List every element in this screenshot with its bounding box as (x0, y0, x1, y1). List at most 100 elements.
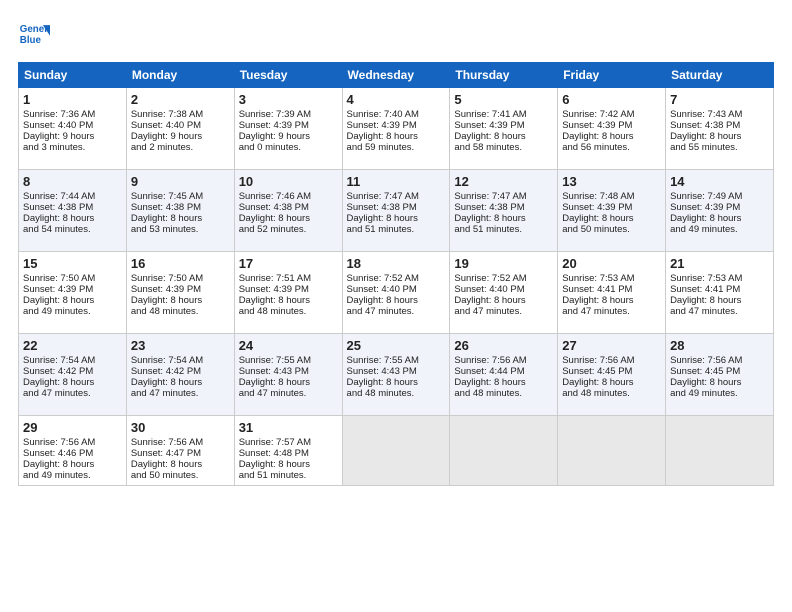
calendar-cell: 9Sunrise: 7:45 AMSunset: 4:38 PMDaylight… (126, 170, 234, 252)
day-info-line: Sunset: 4:43 PM (347, 366, 446, 377)
day-info-line: Sunrise: 7:46 AM (239, 191, 338, 202)
day-number: 24 (239, 338, 338, 353)
day-info-line: and 47 minutes. (562, 306, 661, 317)
day-info-line: Sunset: 4:39 PM (670, 202, 769, 213)
day-number: 12 (454, 174, 553, 189)
weekday-header-tuesday: Tuesday (234, 63, 342, 88)
day-number: 7 (670, 92, 769, 107)
calendar-cell: 16Sunrise: 7:50 AMSunset: 4:39 PMDayligh… (126, 252, 234, 334)
day-info-line: Sunset: 4:47 PM (131, 448, 230, 459)
weekday-header-thursday: Thursday (450, 63, 558, 88)
calendar-cell: 10Sunrise: 7:46 AMSunset: 4:38 PMDayligh… (234, 170, 342, 252)
day-info-line: and 47 minutes. (131, 388, 230, 399)
day-info-line: Daylight: 9 hours (239, 131, 338, 142)
day-info-line: and 51 minutes. (239, 470, 338, 481)
day-info-line: Sunset: 4:44 PM (454, 366, 553, 377)
day-number: 11 (347, 174, 446, 189)
day-info-line: Daylight: 8 hours (23, 377, 122, 388)
day-number: 19 (454, 256, 553, 271)
day-number: 4 (347, 92, 446, 107)
day-number: 30 (131, 420, 230, 435)
day-info-line: Daylight: 8 hours (131, 459, 230, 470)
day-number: 26 (454, 338, 553, 353)
calendar-cell: 26Sunrise: 7:56 AMSunset: 4:44 PMDayligh… (450, 334, 558, 416)
calendar-cell: 6Sunrise: 7:42 AMSunset: 4:39 PMDaylight… (558, 88, 666, 170)
day-info-line: Sunrise: 7:55 AM (347, 355, 446, 366)
day-info-line: Daylight: 8 hours (131, 295, 230, 306)
day-number: 31 (239, 420, 338, 435)
day-info-line: and 3 minutes. (23, 142, 122, 153)
calendar-header-row: SundayMondayTuesdayWednesdayThursdayFrid… (19, 63, 774, 88)
day-info-line: Daylight: 8 hours (454, 295, 553, 306)
calendar-week-4: 22Sunrise: 7:54 AMSunset: 4:42 PMDayligh… (19, 334, 774, 416)
day-info-line: Sunrise: 7:40 AM (347, 109, 446, 120)
calendar-cell (666, 416, 774, 486)
day-info-line: Sunrise: 7:53 AM (670, 273, 769, 284)
day-number: 21 (670, 256, 769, 271)
day-info-line: Sunset: 4:39 PM (23, 284, 122, 295)
day-info-line: Sunrise: 7:50 AM (23, 273, 122, 284)
day-info-line: Sunset: 4:40 PM (454, 284, 553, 295)
weekday-header-wednesday: Wednesday (342, 63, 450, 88)
day-info-line: and 50 minutes. (131, 470, 230, 481)
day-info-line: Daylight: 9 hours (131, 131, 230, 142)
day-info-line: and 58 minutes. (454, 142, 553, 153)
day-info-line: Daylight: 8 hours (670, 377, 769, 388)
day-info-line: Sunrise: 7:56 AM (670, 355, 769, 366)
svg-text:Blue: Blue (20, 35, 42, 46)
day-info-line: Sunset: 4:39 PM (239, 284, 338, 295)
day-info-line: Sunrise: 7:56 AM (131, 437, 230, 448)
day-info-line: Sunrise: 7:39 AM (239, 109, 338, 120)
day-info-line: Sunset: 4:38 PM (131, 202, 230, 213)
day-info-line: Sunset: 4:46 PM (23, 448, 122, 459)
day-info-line: Daylight: 8 hours (670, 295, 769, 306)
calendar-cell: 13Sunrise: 7:48 AMSunset: 4:39 PMDayligh… (558, 170, 666, 252)
day-info-line: Daylight: 8 hours (131, 377, 230, 388)
day-info-line: and 59 minutes. (347, 142, 446, 153)
day-info-line: Sunset: 4:38 PM (23, 202, 122, 213)
day-info-line: Daylight: 8 hours (562, 377, 661, 388)
weekday-header-monday: Monday (126, 63, 234, 88)
calendar-week-1: 1Sunrise: 7:36 AMSunset: 4:40 PMDaylight… (19, 88, 774, 170)
weekday-header-friday: Friday (558, 63, 666, 88)
calendar-cell: 18Sunrise: 7:52 AMSunset: 4:40 PMDayligh… (342, 252, 450, 334)
day-info-line: Sunrise: 7:53 AM (562, 273, 661, 284)
day-info-line: Daylight: 8 hours (454, 377, 553, 388)
calendar-cell: 19 Sunrise: 7:52 AMSunset: 4:40 PMDayligh… (450, 252, 558, 334)
day-info-line: Sunset: 4:42 PM (23, 366, 122, 377)
header: General Blue (18, 18, 774, 50)
day-number: 28 (670, 338, 769, 353)
day-info-line: and 53 minutes. (131, 224, 230, 235)
day-info-line: Sunset: 4:38 PM (454, 202, 553, 213)
day-info-line: and 54 minutes. (23, 224, 122, 235)
day-info-line: Daylight: 8 hours (347, 131, 446, 142)
day-info-line: and 50 minutes. (562, 224, 661, 235)
day-info-line: Sunset: 4:39 PM (454, 120, 553, 131)
day-info-line: Daylight: 8 hours (239, 295, 338, 306)
day-number: 29 (23, 420, 122, 435)
day-info-line: Sunset: 4:39 PM (239, 120, 338, 131)
calendar-table: SundayMondayTuesdayWednesdayThursdayFrid… (18, 62, 774, 486)
day-number: 20 (562, 256, 661, 271)
day-number: 25 (347, 338, 446, 353)
day-number: 15 (23, 256, 122, 271)
day-info-line: Sunrise: 7:52 AM (454, 273, 553, 284)
day-info-line: Sunset: 4:40 PM (23, 120, 122, 131)
calendar-cell: 12Sunrise: 7:47 AMSunset: 4:38 PMDayligh… (450, 170, 558, 252)
day-info-line: and 49 minutes. (670, 224, 769, 235)
day-info-line: Daylight: 8 hours (562, 213, 661, 224)
day-info-line: Sunrise: 7:43 AM (670, 109, 769, 120)
day-number: 3 (239, 92, 338, 107)
day-info-line: Sunset: 4:43 PM (239, 366, 338, 377)
day-info-line: Sunset: 4:41 PM (562, 284, 661, 295)
calendar-cell: 17Sunrise: 7:51 AMSunset: 4:39 PMDayligh… (234, 252, 342, 334)
calendar-cell: 15Sunrise: 7:50 AMSunset: 4:39 PMDayligh… (19, 252, 127, 334)
calendar-cell: 11Sunrise: 7:47 AMSunset: 4:38 PMDayligh… (342, 170, 450, 252)
calendar-cell: 23Sunrise: 7:54 AMSunset: 4:42 PMDayligh… (126, 334, 234, 416)
day-info-line: Sunrise: 7:52 AM (347, 273, 446, 284)
day-info-line: and 47 minutes. (239, 388, 338, 399)
day-number: 10 (239, 174, 338, 189)
day-number: 18 (347, 256, 446, 271)
day-info-line: Sunrise: 7:44 AM (23, 191, 122, 202)
day-info-line: Sunset: 4:40 PM (347, 284, 446, 295)
